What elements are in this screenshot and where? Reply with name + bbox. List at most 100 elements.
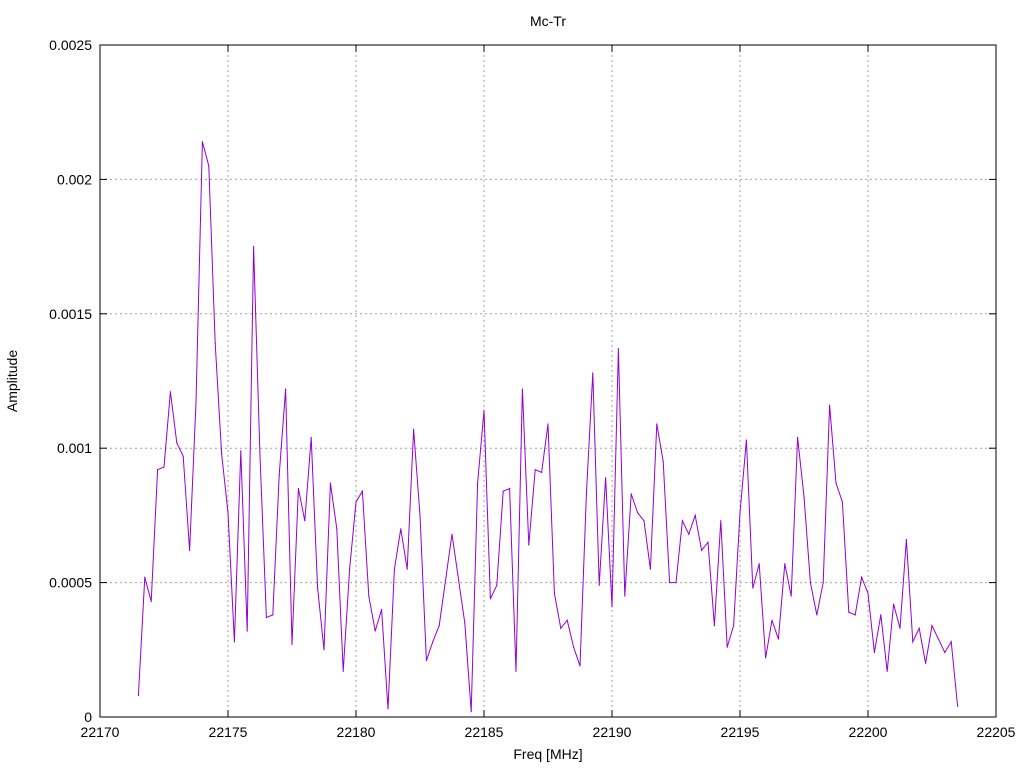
data-point xyxy=(931,625,933,627)
data-point xyxy=(752,587,754,589)
data-point xyxy=(477,482,479,484)
data-point xyxy=(419,514,421,517)
data-point xyxy=(713,625,716,627)
data-point xyxy=(560,627,562,629)
data-point xyxy=(413,428,415,430)
data-point xyxy=(816,614,818,616)
data-point xyxy=(681,520,684,522)
grid-lines xyxy=(100,45,996,717)
data-point xyxy=(265,616,267,619)
data-point xyxy=(950,641,952,643)
data-point xyxy=(726,646,728,648)
data-point xyxy=(893,603,895,605)
data-point xyxy=(387,708,389,710)
y-axis-label: Amplitude xyxy=(4,350,20,412)
data-point xyxy=(918,627,920,629)
data-point xyxy=(182,455,184,457)
data-point xyxy=(957,705,959,707)
y-tick-label: 0.002 xyxy=(57,171,92,187)
data-point xyxy=(355,501,357,503)
x-tick-label: 22170 xyxy=(81,724,120,740)
x-tick-label: 22175 xyxy=(209,724,248,740)
data-point xyxy=(675,582,677,584)
data-point xyxy=(157,469,159,471)
data-point xyxy=(765,657,767,659)
y-tick-label: 0.0025 xyxy=(49,37,92,53)
data-point xyxy=(496,584,498,586)
data-point xyxy=(547,423,549,425)
data-point xyxy=(502,490,504,492)
data-point xyxy=(272,614,274,616)
data-point xyxy=(720,520,722,522)
x-tick-marks xyxy=(99,45,997,717)
data-point xyxy=(381,608,383,611)
data-point xyxy=(624,595,626,597)
data-point xyxy=(400,528,402,530)
y-tick-label: 0 xyxy=(84,709,92,725)
data-point xyxy=(144,576,146,578)
data-point xyxy=(541,471,543,473)
data-point xyxy=(374,630,376,632)
data-point xyxy=(822,582,824,584)
data-point xyxy=(643,520,645,522)
data-point xyxy=(515,670,517,672)
data-point xyxy=(797,436,799,439)
data-point xyxy=(803,495,805,498)
data-point xyxy=(886,670,888,672)
x-tick-label: 22185 xyxy=(465,724,504,740)
data-point xyxy=(669,582,671,584)
data-point xyxy=(361,490,363,492)
data-point xyxy=(509,487,511,490)
data-point xyxy=(880,614,882,616)
y-tick-marks xyxy=(100,44,996,718)
data-point xyxy=(656,423,658,425)
data-point xyxy=(944,651,946,654)
plot-frame xyxy=(99,44,997,718)
data-point xyxy=(617,348,620,350)
amplitude-line-chart: Mc-Tr Freq [MHz] Amplitude 22170 22175 221… xyxy=(4,13,1016,762)
data-point xyxy=(349,568,351,570)
data-point xyxy=(189,549,191,551)
x-tick-label: 22190 xyxy=(593,724,632,740)
data-point xyxy=(323,649,325,651)
data-point xyxy=(784,563,786,565)
data-point xyxy=(694,514,696,517)
data-point xyxy=(637,512,639,514)
y-tick-label: 0.001 xyxy=(57,440,92,456)
data-point xyxy=(630,493,632,495)
data-point xyxy=(598,584,600,586)
data-point xyxy=(489,598,491,600)
data-point xyxy=(329,482,331,484)
data-point xyxy=(240,450,242,452)
data-point xyxy=(297,487,299,490)
data-point xyxy=(592,372,594,374)
data-point xyxy=(835,482,837,484)
data-point xyxy=(432,641,434,643)
data-point xyxy=(733,625,735,627)
y-tick-label: 0.0015 xyxy=(49,306,92,322)
data-point xyxy=(201,141,203,143)
data-point xyxy=(278,474,280,476)
data-point xyxy=(585,493,588,495)
data-point xyxy=(854,614,856,616)
data-point xyxy=(861,576,863,578)
data-point xyxy=(579,665,581,667)
data-point xyxy=(310,436,312,439)
data-point xyxy=(528,544,530,546)
data-point xyxy=(573,646,575,648)
data-point xyxy=(688,533,690,535)
data-point xyxy=(246,630,248,632)
data-point xyxy=(905,538,908,541)
data-point xyxy=(368,595,370,597)
data-point xyxy=(701,549,703,551)
data-point xyxy=(739,512,741,514)
data-point xyxy=(393,568,395,570)
data-point xyxy=(937,638,940,640)
data-point xyxy=(137,694,139,697)
x-tick-label: 22205 xyxy=(977,724,1016,740)
data-point xyxy=(777,638,780,640)
data-point xyxy=(553,592,556,594)
data-point xyxy=(221,452,223,455)
data-point xyxy=(253,246,255,248)
data-point xyxy=(438,625,440,627)
